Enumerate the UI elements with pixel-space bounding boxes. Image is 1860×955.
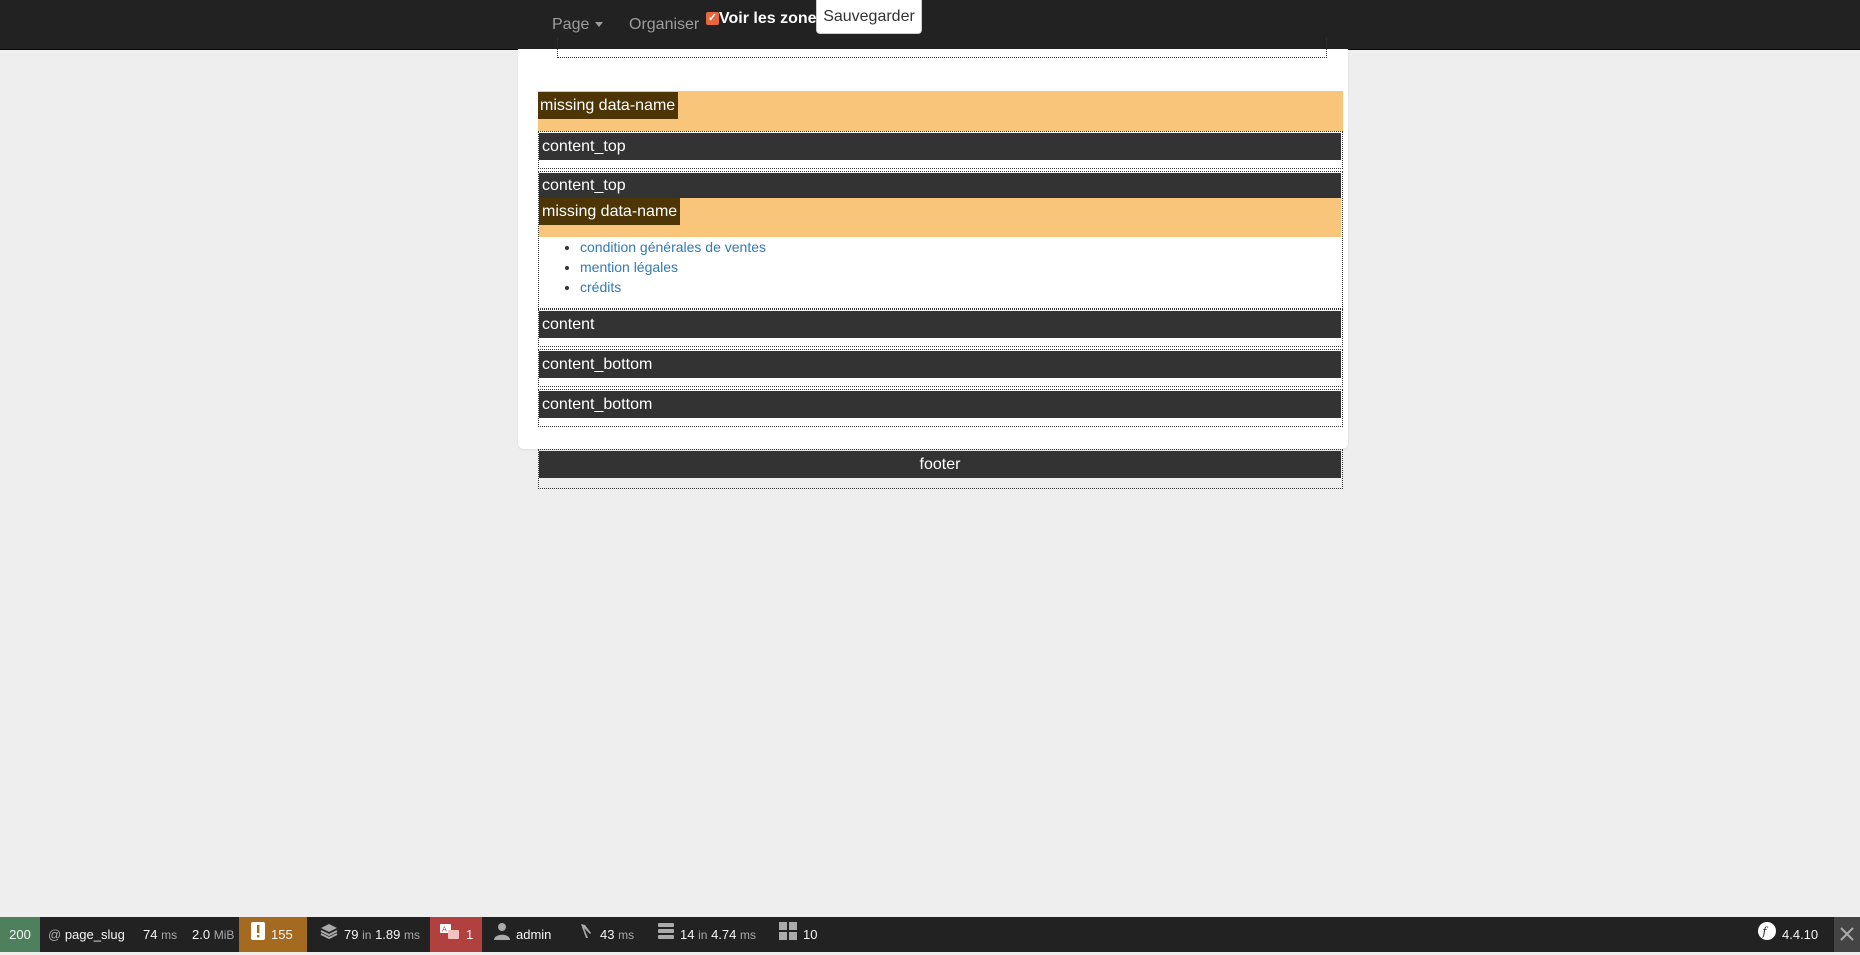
forms-in: in bbox=[362, 928, 372, 942]
db-in: in bbox=[698, 928, 708, 942]
memory-unit: MiB bbox=[213, 928, 235, 942]
list-item: mention légales bbox=[580, 257, 766, 277]
zone-content-top-second-bar[interactable]: content_top bbox=[539, 173, 1341, 198]
logs-panel[interactable]: 155 bbox=[239, 917, 307, 952]
request-time-panel[interactable]: 74 ms bbox=[143, 917, 177, 952]
exclamation-icon bbox=[251, 918, 265, 953]
route-panel[interactable]: @ page_slug bbox=[48, 917, 125, 952]
toolbar-close-button[interactable] bbox=[1834, 917, 1860, 952]
request-time-unit: ms bbox=[161, 928, 178, 942]
zone-content-bar[interactable]: content bbox=[539, 311, 1341, 338]
user-icon bbox=[494, 918, 510, 953]
forms-panel[interactable]: 79 in 1.89 ms bbox=[320, 917, 420, 952]
cgv-link[interactable]: condition générales de ventes bbox=[580, 239, 766, 255]
performance-value: 43 bbox=[600, 927, 615, 942]
show-zones-label: Voir les zones bbox=[719, 10, 826, 27]
close-icon bbox=[1840, 927, 1854, 941]
svg-text:A: A bbox=[442, 926, 447, 934]
missing-zone-nested: missing data-name bbox=[539, 198, 1341, 237]
performance-panel[interactable]: 43 ms bbox=[578, 917, 634, 952]
status-code-badge[interactable]: 200 bbox=[0, 917, 40, 952]
performance-icon bbox=[578, 918, 594, 953]
db-query-count: 14 bbox=[680, 927, 695, 942]
legal-mentions-link[interactable]: mention légales bbox=[580, 259, 678, 275]
checkbox-checked-icon[interactable]: ✓ bbox=[706, 12, 719, 25]
list-item: condition générales de ventes bbox=[580, 237, 766, 257]
missing-zone: missing data-name bbox=[538, 91, 1343, 131]
forms-time: 1.89 bbox=[375, 927, 401, 942]
footer-links-list: condition générales de ventes mention lé… bbox=[560, 237, 766, 297]
save-button[interactable]: Sauvegarder bbox=[816, 0, 922, 34]
user-panel[interactable]: admin bbox=[494, 917, 551, 952]
twig-grid-icon bbox=[779, 918, 797, 953]
request-time-value: 74 bbox=[143, 927, 158, 942]
database-panel[interactable]: 14 in 4.74 ms bbox=[658, 917, 756, 952]
db-time: 4.74 bbox=[711, 927, 737, 942]
twig-panel[interactable]: 10 bbox=[779, 917, 817, 952]
symfony-logo-icon: f bbox=[1758, 918, 1776, 953]
missing-zone-nested-label: missing data-name bbox=[539, 198, 681, 225]
translation-panel[interactable]: A 1 bbox=[430, 917, 482, 952]
list-item: crédits bbox=[580, 277, 766, 297]
user-name: admin bbox=[516, 927, 552, 942]
debug-toolbar: 200 @ page_slug 74 ms 2.0 MiB 155 79 in … bbox=[0, 917, 1860, 952]
performance-unit: ms bbox=[618, 928, 635, 942]
translation-icon: A bbox=[440, 918, 460, 953]
route-name: page_slug bbox=[64, 927, 125, 942]
zone-content-bottom-bar[interactable]: content_bottom bbox=[539, 351, 1341, 378]
zone-footer-bar[interactable]: footer bbox=[539, 451, 1341, 478]
symfony-version-panel[interactable]: f 4.4.10 bbox=[1758, 917, 1818, 952]
page-menu-label: Page bbox=[552, 16, 590, 33]
translation-count: 1 bbox=[466, 927, 474, 942]
missing-zone-label: missing data-name bbox=[538, 92, 679, 119]
memory-panel[interactable]: 2.0 MiB bbox=[192, 917, 234, 952]
twig-count: 10 bbox=[803, 927, 818, 942]
layers-icon bbox=[320, 918, 338, 953]
credits-link[interactable]: crédits bbox=[580, 279, 621, 295]
route-at: @ bbox=[48, 927, 62, 942]
show-zones-toggle[interactable]: ✓ Voir les zones bbox=[706, 9, 825, 29]
forms-count: 79 bbox=[344, 927, 359, 942]
database-icon bbox=[658, 918, 674, 953]
memory-value: 2.0 bbox=[192, 927, 211, 942]
forms-unit: ms bbox=[404, 928, 420, 942]
zone-content-bottom-second-bar[interactable]: content_bottom bbox=[539, 391, 1341, 418]
zone-content-top-bar[interactable]: content_top bbox=[539, 133, 1341, 160]
symfony-version: 4.4.10 bbox=[1782, 927, 1819, 942]
header-zone-outline bbox=[557, 38, 1327, 58]
logs-count: 155 bbox=[271, 927, 293, 942]
db-unit: ms bbox=[740, 928, 756, 942]
caret-down-icon bbox=[595, 22, 604, 28]
